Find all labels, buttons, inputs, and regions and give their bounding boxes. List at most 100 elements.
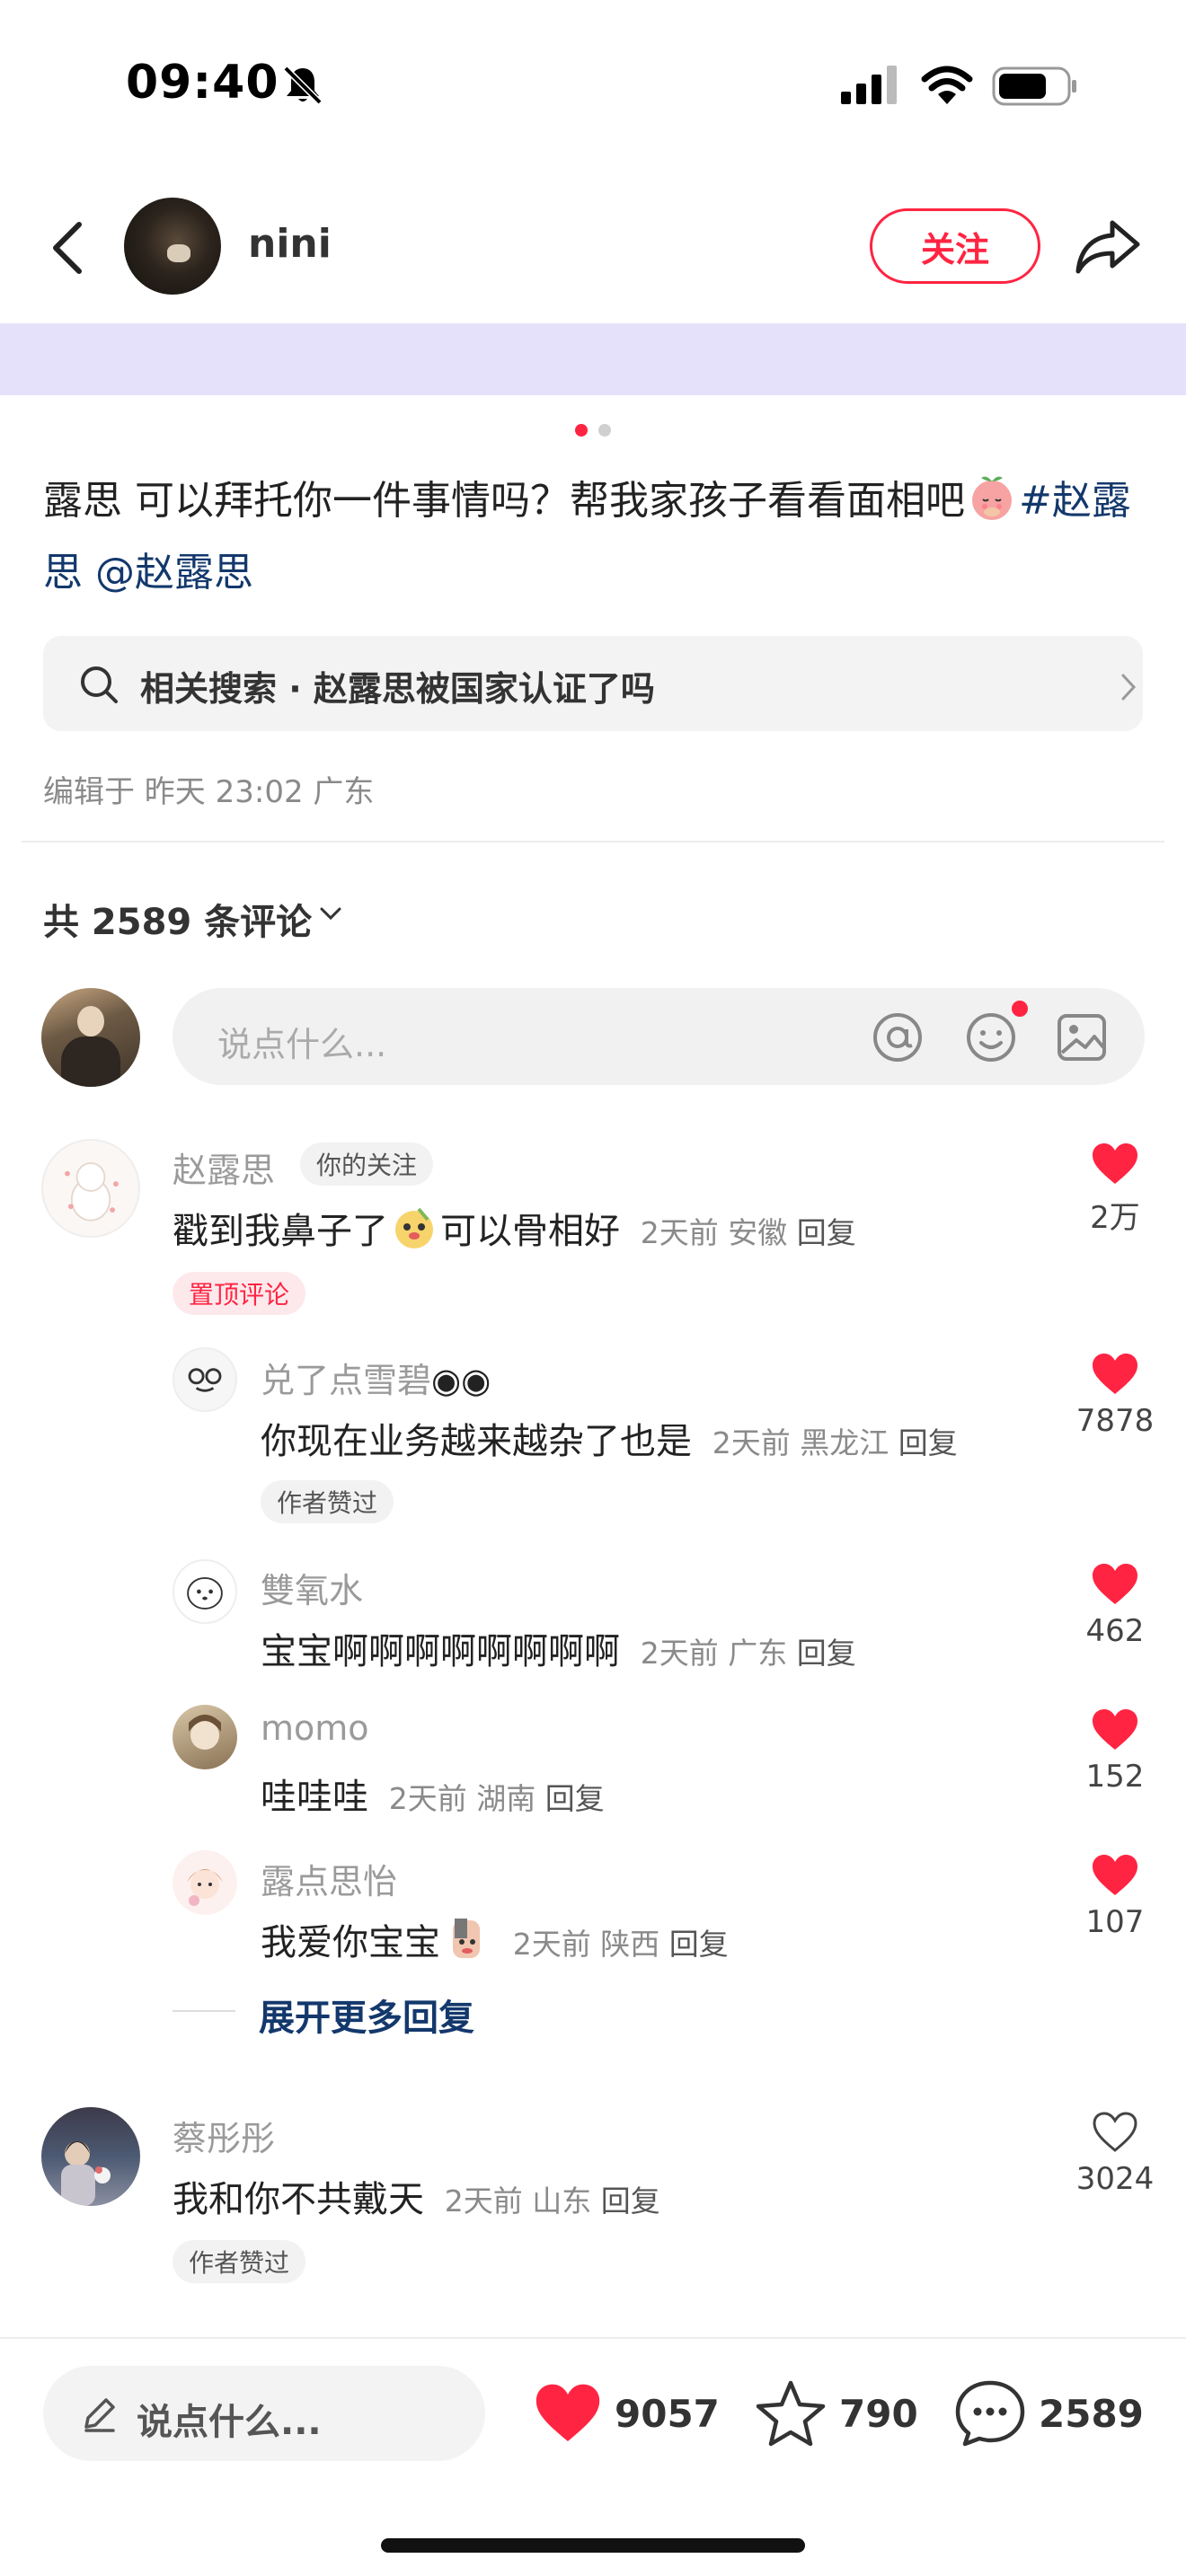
image-carousel[interactable] bbox=[0, 323, 1186, 395]
comment-text: 我和你不共戴天 bbox=[173, 2179, 424, 2220]
commenter-name[interactable]: 雙氧水 bbox=[261, 1563, 363, 1612]
status-bar: 09:40 bbox=[0, 0, 1186, 171]
bottom-input-placeholder: 说点什么... bbox=[137, 2402, 322, 2443]
comment-time: 2天前 bbox=[640, 1215, 719, 1250]
comment-total: 2589 bbox=[1039, 2391, 1144, 2436]
comment-location: 陕西 bbox=[600, 1927, 660, 1962]
comment-location: 黑龙江 bbox=[800, 1425, 890, 1460]
comment-location: 广东 bbox=[728, 1636, 788, 1671]
commenter-avatar[interactable] bbox=[41, 2107, 140, 2206]
like-count: 3024 bbox=[1075, 2161, 1155, 2197]
commenter-avatar[interactable] bbox=[173, 1347, 237, 1412]
commenter-name[interactable]: 兑了点雪碧◉◉ bbox=[261, 1353, 491, 1402]
comment-bubble-icon bbox=[955, 2380, 1025, 2447]
back-arrow-icon[interactable] bbox=[43, 219, 93, 277]
comment-time: 2天前 bbox=[640, 1636, 719, 1671]
search-icon bbox=[81, 666, 118, 703]
image-icon[interactable] bbox=[1057, 1013, 1107, 1062]
carousel-dot-active bbox=[575, 424, 588, 437]
comment-count[interactable]: 共 2589 条评论 bbox=[43, 893, 312, 945]
like-count: 152 bbox=[1085, 1759, 1145, 1795]
at-mention-icon[interactable] bbox=[872, 1011, 924, 1063]
comment-body: 宝宝啊啊啊啊啊啊啊啊 2天前 广东 回复 bbox=[261, 1622, 856, 1674]
like-button[interactable]: 462 bbox=[1066, 1563, 1164, 1649]
heart-filled-icon bbox=[1093, 1143, 1137, 1184]
like-count: 7878 bbox=[1075, 1403, 1155, 1439]
home-indicator[interactable] bbox=[381, 2538, 805, 2553]
post-caption: 露思 可以拜托你一件事情吗？帮我家孩子看看面相吧 #赵露思 @赵露思 bbox=[43, 465, 1148, 609]
comment-button[interactable]: 2589 bbox=[954, 2366, 1144, 2461]
comment-text: 你现在业务越来越杂了也是 bbox=[261, 1421, 692, 1462]
chevron-right-icon bbox=[1121, 674, 1137, 701]
author-liked-badge: 作者赞过 bbox=[261, 1480, 394, 1523]
peach-emoji-icon bbox=[971, 476, 1012, 520]
comment-body: 哇哇哇 2天前 湖南 回复 bbox=[261, 1768, 605, 1820]
comment-time: 2天前 bbox=[444, 2183, 523, 2219]
star-outline-icon bbox=[756, 2380, 826, 2447]
reply-button[interactable]: 回复 bbox=[601, 2183, 660, 2219]
emoji-notification-dot bbox=[1012, 1001, 1028, 1017]
reply-button[interactable]: 回复 bbox=[797, 1636, 856, 1671]
cellular-signal-icon bbox=[841, 66, 897, 104]
battery-icon bbox=[992, 66, 1076, 106]
sticker-emoji-icon bbox=[453, 1919, 480, 1958]
carousel-dot bbox=[598, 424, 611, 437]
like-count: 107 bbox=[1085, 1904, 1145, 1940]
following-badge: 你的关注 bbox=[300, 1142, 434, 1186]
comment-text: 宝宝啊啊啊啊啊啊啊啊 bbox=[261, 1631, 620, 1672]
like-button[interactable]: 2万 bbox=[1066, 1142, 1164, 1237]
wifi-icon bbox=[921, 66, 973, 104]
chevron-down-icon[interactable] bbox=[318, 904, 343, 923]
author-name[interactable]: nini bbox=[248, 221, 332, 267]
expand-more-label[interactable]: 展开更多回复 bbox=[259, 1989, 474, 2041]
reply-button[interactable]: 回复 bbox=[797, 1215, 856, 1250]
bottom-comment-input[interactable]: 说点什么... bbox=[43, 2366, 485, 2461]
share-icon[interactable] bbox=[1075, 216, 1141, 278]
author-liked-badge: 作者赞过 bbox=[173, 2240, 306, 2283]
emoji-icon[interactable] bbox=[965, 1011, 1017, 1063]
related-search-bar[interactable]: 相关搜索 · 赵露思被国家认证了吗 bbox=[43, 636, 1143, 731]
comment-body: 我爱你宝宝 2天前 陕西 回复 bbox=[261, 1913, 729, 1965]
eyes-emoji-icon: ◉◉ bbox=[431, 1361, 491, 1400]
follow-button[interactable]: 关注 bbox=[870, 208, 1040, 284]
like-button[interactable]: 7878 bbox=[1066, 1353, 1164, 1439]
heart-filled-icon bbox=[1093, 1564, 1137, 1604]
related-search-text: 相关搜索 · 赵露思被国家认证了吗 bbox=[140, 669, 655, 709]
post-header: nini 关注 bbox=[0, 171, 1186, 323]
commenter-name[interactable]: 赵露思 bbox=[173, 1142, 275, 1192]
commenter-name[interactable]: 露点思怡 bbox=[261, 1854, 397, 1903]
mention-link[interactable]: @赵露思 bbox=[95, 550, 253, 595]
my-avatar bbox=[41, 988, 140, 1087]
commenter-name[interactable]: momo bbox=[261, 1708, 369, 1748]
divider bbox=[22, 841, 1164, 842]
like-button[interactable]: 3024 bbox=[1066, 2111, 1164, 2197]
heart-filled-icon bbox=[1093, 1354, 1137, 1394]
commenter-avatar[interactable] bbox=[173, 1705, 237, 1769]
like-count: 462 bbox=[1085, 1613, 1145, 1649]
comment-input[interactable]: 说点什么... bbox=[173, 988, 1145, 1085]
commenter-avatar[interactable] bbox=[173, 1850, 237, 1915]
heart-filled-icon bbox=[1093, 1709, 1137, 1750]
heart-filled-icon bbox=[535, 2384, 600, 2441]
comment-time: 2天前 bbox=[512, 1927, 591, 1962]
collect-button[interactable]: 790 bbox=[755, 2366, 918, 2461]
expand-divider bbox=[173, 2010, 235, 2012]
edit-timestamp: 编辑于 昨天 23:02 广东 bbox=[43, 774, 375, 810]
like-button[interactable]: 107 bbox=[1066, 1854, 1164, 1940]
comment-time: 2天前 bbox=[712, 1425, 791, 1460]
commenter-avatar[interactable] bbox=[173, 1559, 237, 1624]
author-avatar[interactable] bbox=[124, 198, 221, 295]
commenter-avatar[interactable] bbox=[41, 1139, 140, 1238]
like-button[interactable]: 152 bbox=[1066, 1708, 1164, 1795]
reply-button[interactable]: 回复 bbox=[545, 1781, 605, 1816]
bell-muted-icon bbox=[283, 66, 323, 105]
heart-outline-icon bbox=[1093, 2112, 1137, 2152]
post-like-button[interactable]: 9057 bbox=[534, 2366, 720, 2461]
comment-time: 2天前 bbox=[388, 1781, 467, 1816]
carousel-indicator bbox=[0, 424, 1186, 438]
reply-button[interactable]: 回复 bbox=[898, 1425, 958, 1460]
hashtag-prefix[interactable]: # bbox=[1019, 478, 1052, 524]
reply-button[interactable]: 回复 bbox=[669, 1927, 729, 1962]
commenter-name[interactable]: 蔡彤彤 bbox=[173, 2111, 275, 2160]
comment-text: 戳到我鼻子了 bbox=[173, 1211, 388, 1252]
